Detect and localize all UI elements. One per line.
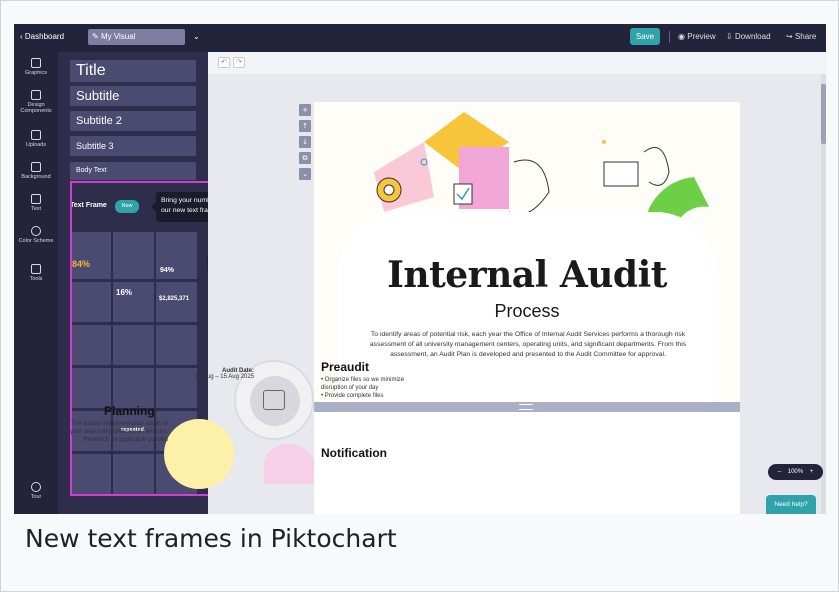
undo-icon[interactable]: ↶ xyxy=(218,57,230,68)
need-help-button[interactable]: Need help? xyxy=(766,495,816,514)
planning-text: The auditor will review prior audits in … xyxy=(70,421,168,443)
background-icon xyxy=(31,162,41,172)
rail-uploads[interactable]: Uploads xyxy=(14,130,58,148)
save-button[interactable]: Save xyxy=(630,28,660,45)
move-up-icon[interactable]: ↑ xyxy=(299,120,311,132)
figure-caption: New text frames in Piktochart xyxy=(25,524,397,553)
rail-tools[interactable]: Tools xyxy=(14,264,58,282)
tour-icon xyxy=(31,482,41,492)
list-item: • Organize files so we minimize disrupti… xyxy=(321,377,405,391)
title-style[interactable]: Title xyxy=(70,60,196,82)
redo-icon[interactable]: ↷ xyxy=(233,57,245,68)
zoom-level: 100% xyxy=(787,469,804,475)
rail-background[interactable]: Background xyxy=(14,162,58,180)
rail-label: Design Components xyxy=(20,102,52,114)
block-toolbar: + ↑ ↓ ⧉ ⌄ xyxy=(299,104,311,184)
scrollbar-thumb[interactable] xyxy=(821,84,826,144)
list-item-text: Provide complete files xyxy=(324,393,384,399)
notification-heading: Notification xyxy=(321,446,387,460)
planning-circle xyxy=(164,419,234,489)
rail-label: Tools xyxy=(29,276,43,282)
share-icon: ↪ xyxy=(786,32,795,41)
infographic-description[interactable]: To identify areas of potential risk, eac… xyxy=(358,330,698,360)
zoom-out-button[interactable]: – xyxy=(778,469,781,475)
canvas-toolbar: ↶ ↷ xyxy=(208,52,826,74)
chevron-down-icon[interactable]: ⌄ xyxy=(193,32,200,41)
visual-name-field[interactable]: ✎ My Visual xyxy=(88,29,185,45)
download-button[interactable]: ⇩ Download xyxy=(726,32,771,41)
palette-icon xyxy=(31,226,41,236)
subtitle2-style[interactable]: Subtitle 2 xyxy=(70,111,196,131)
toolbox-icon xyxy=(31,264,41,274)
components-icon xyxy=(31,90,41,100)
preaudit-heading: Preaudit xyxy=(321,360,370,374)
download-label: Download xyxy=(734,32,771,41)
list-item-text: Organize files so we minimize disruption… xyxy=(321,377,405,391)
chevron-down-icon[interactable]: ⌄ xyxy=(299,168,311,180)
rail-color-scheme[interactable]: Color Scheme xyxy=(14,226,58,244)
preview-label: Preview xyxy=(687,32,716,41)
download-icon: ⇩ xyxy=(726,32,735,41)
zoom-in-button[interactable]: + xyxy=(810,469,814,475)
rail-label: Graphics xyxy=(24,70,47,76)
text-icon xyxy=(31,194,41,204)
list-item: • Provide complete files xyxy=(321,393,384,399)
rail-label: Background xyxy=(21,174,51,180)
top-bar: ‹ Dashboard ✎ My Visual ⌄ Save ◉ Preview… xyxy=(14,24,826,52)
tool-rail: Graphics Design Components Uploads Backg… xyxy=(14,52,58,514)
image-icon xyxy=(31,58,41,68)
infographic-subtitle[interactable]: Process xyxy=(314,301,740,322)
rail-label: Tour xyxy=(30,494,42,500)
subtitle-style[interactable]: Subtitle xyxy=(70,86,196,106)
edit-icon: ✎ xyxy=(92,32,101,41)
divider xyxy=(669,31,670,43)
drag-handle-icon[interactable] xyxy=(519,404,533,410)
preview-button[interactable]: ◉ Preview xyxy=(678,32,716,41)
eye-icon: ◉ xyxy=(678,32,688,41)
duplicate-icon[interactable]: ⧉ xyxy=(299,152,311,164)
process-block xyxy=(314,412,740,514)
visual-name: My Visual xyxy=(100,32,136,41)
body-text-style[interactable]: Body Text xyxy=(70,162,196,180)
share-label: Share xyxy=(794,32,817,41)
subtitle3-style[interactable]: Subtitle 3 xyxy=(70,136,196,156)
rail-text[interactable]: Text xyxy=(14,194,58,212)
infographic-title[interactable]: Internal Audit xyxy=(314,254,740,296)
figure-frame: ‹ Dashboard ✎ My Visual ⌄ Save ◉ Preview… xyxy=(0,0,839,592)
rail-label: Color Scheme xyxy=(18,238,54,244)
add-block-icon[interactable]: + xyxy=(299,104,311,116)
audit-date: Audit Date: 01 Aug – 15 Aug 2025 xyxy=(154,368,254,380)
dashboard-link[interactable]: ‹ Dashboard xyxy=(20,32,64,41)
rail-label: Uploads xyxy=(25,142,47,148)
planning-heading: Planning xyxy=(104,404,155,418)
share-button[interactable]: ↪ Share xyxy=(786,32,816,41)
rail-tour[interactable]: Tour xyxy=(14,482,58,500)
rail-graphics[interactable]: Graphics xyxy=(14,58,58,76)
move-down-icon[interactable]: ↓ xyxy=(299,136,311,148)
notification-circle xyxy=(264,444,314,484)
folder-icon xyxy=(263,390,285,410)
rail-design-components[interactable]: Design Components xyxy=(14,90,58,114)
preaudit-list: • Organize files so we minimize disrupti… xyxy=(321,376,421,400)
audit-date-value: 01 Aug – 15 Aug 2025 xyxy=(194,374,254,380)
zoom-control: – 100% + xyxy=(768,464,823,480)
upload-icon xyxy=(31,130,41,140)
rail-label: Text xyxy=(30,206,42,212)
screenshot: ‹ Dashboard ✎ My Visual ⌄ Save ◉ Preview… xyxy=(14,24,826,514)
